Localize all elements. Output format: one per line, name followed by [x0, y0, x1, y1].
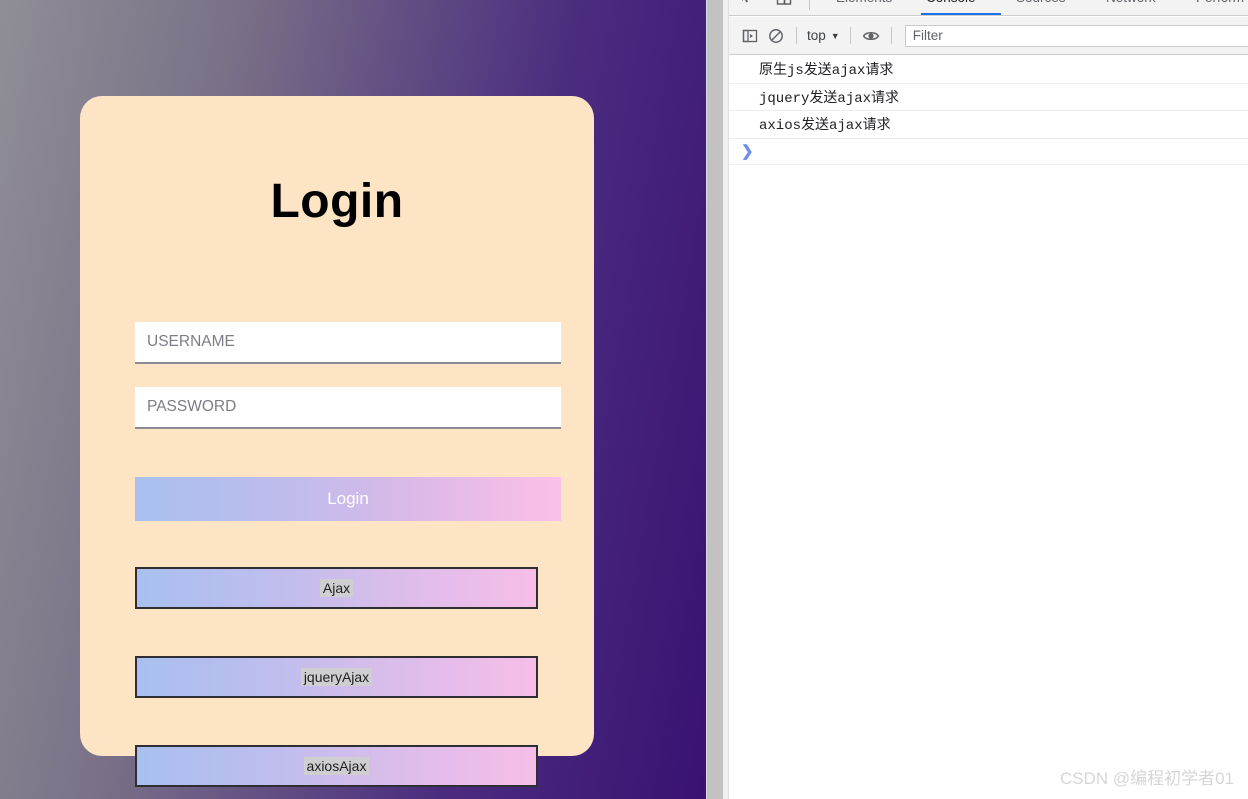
login-card: Login Login Ajax jqueryAjax axiosAjax: [80, 96, 594, 787]
active-tab-indicator: [921, 13, 1001, 15]
chevron-down-icon: ▼: [830, 30, 840, 41]
tab-performance[interactable]: Perform: [1196, 0, 1244, 5]
screenshot-root: Login Login Ajax jqueryAjax axiosAjax: [0, 0, 1248, 799]
console-sidebar-icon[interactable]: [737, 23, 763, 49]
password-input[interactable]: [135, 387, 561, 429]
clear-console-icon[interactable]: [763, 23, 789, 49]
console-message-row[interactable]: axios发送ajax请求: [729, 111, 1248, 139]
axios-ajax-button[interactable]: axiosAjax: [135, 745, 538, 787]
console-toolbar: top ▼: [729, 17, 1248, 55]
tab-sources[interactable]: Sources: [1016, 0, 1066, 5]
console-context-selector[interactable]: top ▼: [804, 28, 843, 43]
tab-console[interactable]: Console: [926, 0, 976, 5]
page-scrollbar-thumb[interactable]: [707, 0, 723, 799]
inspect-element-icon[interactable]: [739, 0, 757, 13]
live-expression-eye-icon[interactable]: [858, 23, 884, 49]
tab-elements[interactable]: Elements: [836, 0, 892, 5]
browser-page-viewport: Login Login Ajax jqueryAjax axiosAjax: [0, 0, 706, 799]
console-prompt-caret-icon: ❯: [741, 143, 754, 160]
login-button[interactable]: Login: [135, 477, 561, 521]
tabbar-divider: [809, 0, 810, 10]
console-filter-input[interactable]: [904, 24, 1248, 47]
watermark: CSDN @编程初学者01: [1059, 769, 1234, 788]
devtools-tabbar: Elements Console Sources Network Perform: [729, 0, 1248, 16]
tab-network[interactable]: Network: [1106, 0, 1156, 5]
toolbar-divider-1: [796, 27, 797, 44]
console-message-text: jquery发送ajax请求: [759, 90, 900, 107]
username-input[interactable]: [135, 322, 561, 364]
console-message-list: 原生js发送ajax请求 jquery发送ajax请求 axios发送ajax请…: [729, 56, 1248, 799]
page-title: Login: [270, 175, 404, 228]
console-message-text: 原生js发送ajax请求: [759, 63, 894, 80]
device-toolbar-icon[interactable]: [775, 0, 793, 13]
console-context-label: top: [807, 28, 826, 43]
jquery-ajax-button-label: jqueryAjax: [300, 668, 373, 686]
axios-ajax-button-label: axiosAjax: [303, 757, 370, 775]
toolbar-divider-2: [849, 27, 851, 44]
console-message-row[interactable]: 原生js发送ajax请求: [729, 56, 1248, 84]
console-prompt[interactable]: ❯: [729, 139, 1248, 165]
page-vertical-scrollbar[interactable]: [706, 0, 728, 799]
console-message-text: axios发送ajax请求: [759, 118, 891, 135]
console-message-row[interactable]: jquery发送ajax请求: [729, 84, 1248, 111]
devtools-panel: Elements Console Sources Network Perform: [728, 0, 1248, 799]
jquery-ajax-button[interactable]: jqueryAjax: [135, 656, 538, 698]
toolbar-divider-3: [890, 27, 892, 44]
ajax-button-label: Ajax: [319, 579, 354, 597]
ajax-button[interactable]: Ajax: [135, 567, 538, 609]
